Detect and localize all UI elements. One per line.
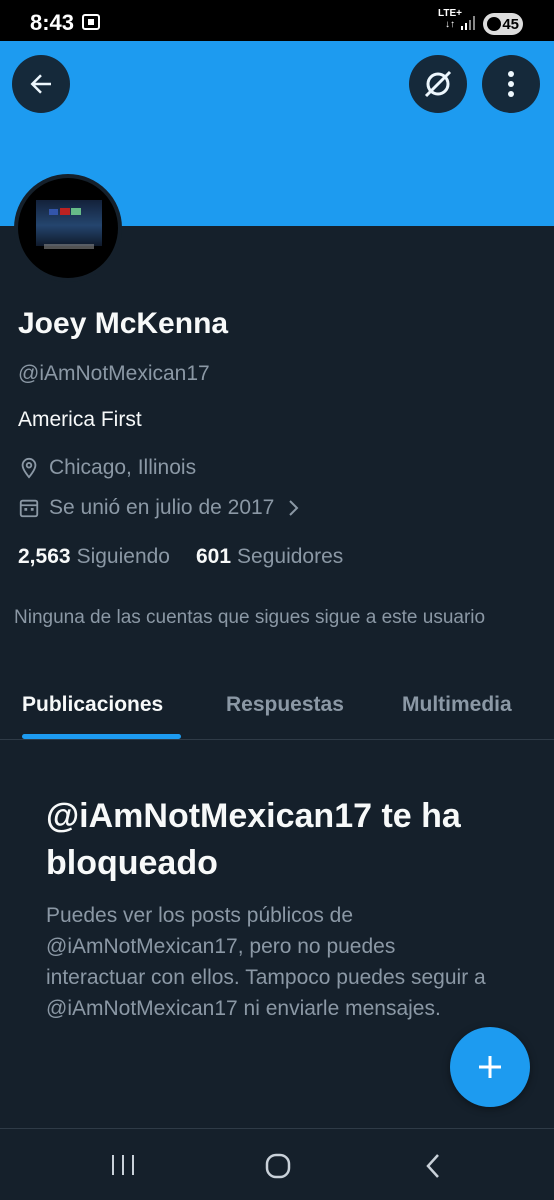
tab-respuestas[interactable]: Respuestas	[226, 693, 344, 717]
following-label: Siguiendo	[76, 545, 170, 568]
following-count: 2,563	[18, 545, 71, 568]
profile-handle: @iAmNotMexican17	[18, 362, 210, 385]
system-back-button[interactable]	[424, 1153, 442, 1184]
avatar-frame[interactable]	[14, 174, 122, 282]
followers-label: Seguidores	[237, 545, 344, 568]
profile-name: Joey McKenna	[18, 307, 229, 340]
grok-icon	[424, 70, 452, 98]
profile-joined-date[interactable]: Se unió en julio de 2017	[18, 496, 309, 520]
follow-stats: 2,563 Siguiendo 601 Seguidores	[18, 545, 369, 569]
battery-saver-icon	[487, 17, 501, 31]
calendar-icon	[19, 499, 39, 518]
blocked-title: @iAmNotMexican17 te ha bloqueado	[46, 797, 461, 882]
home-icon	[265, 1153, 291, 1179]
back-button[interactable]	[12, 55, 70, 113]
mutual-followers-note: Ninguna de las cuentas que sigues sigue …	[14, 607, 486, 628]
status-bar: 8:43 LTE+ ↓↑ 45	[0, 0, 554, 41]
location-pin-icon	[21, 457, 37, 479]
followers-count: 601	[195, 545, 232, 568]
tab-multimedia[interactable]: Multimedia	[402, 693, 512, 717]
battery-indicator: 45	[483, 13, 523, 35]
active-tab-indicator	[22, 734, 181, 739]
profile-tabs: Publicaciones Respuestas Multimedia	[0, 676, 554, 740]
profile-bio: America First	[18, 408, 142, 431]
system-navigation-bar	[0, 1129, 554, 1200]
recent-apps-button[interactable]	[110, 1153, 136, 1182]
compose-button[interactable]	[450, 1027, 530, 1107]
avatar-flag	[60, 208, 70, 215]
tab-publicaciones[interactable]: Publicaciones	[22, 693, 163, 717]
screenshot-icon	[82, 14, 100, 35]
network-type: LTE+	[438, 8, 462, 19]
avatar-image	[36, 200, 102, 246]
location-text: Chicago, Illinois	[49, 456, 197, 479]
grok-button[interactable]	[409, 55, 467, 113]
avatar-flag	[71, 208, 81, 215]
plus-icon	[479, 1056, 501, 1078]
arrow-left-icon	[30, 74, 51, 94]
network-activity: ↓↑	[444, 19, 455, 30]
more-options-button[interactable]	[482, 55, 540, 113]
blocked-description: Puedes ver los posts públicos de @iAmNot…	[46, 904, 486, 1020]
home-button[interactable]	[264, 1153, 292, 1184]
battery-level: 45	[502, 15, 519, 33]
joined-text: Se unió en julio de 2017	[49, 496, 275, 519]
following-stat[interactable]: 2,563 Siguiendo	[18, 545, 170, 569]
profile-location: Chicago, Illinois	[18, 456, 196, 480]
status-time: 8:43	[30, 10, 75, 35]
avatar-caption	[44, 244, 94, 249]
chevron-left-icon	[426, 1154, 439, 1178]
chevron-right-icon	[289, 500, 299, 516]
profile-screen: 8:43 LTE+ ↓↑ 45 Joey McKenna @iAmNotMexi…	[0, 0, 554, 1200]
network-indicator: LTE+ ↓↑	[438, 8, 462, 30]
avatar	[18, 178, 118, 278]
recents-icon	[112, 1155, 134, 1175]
followers-stat[interactable]: 601 Seguidores	[196, 545, 343, 569]
more-vertical-icon	[508, 71, 514, 97]
avatar-flag	[49, 209, 58, 215]
signal-icon	[461, 15, 477, 36]
